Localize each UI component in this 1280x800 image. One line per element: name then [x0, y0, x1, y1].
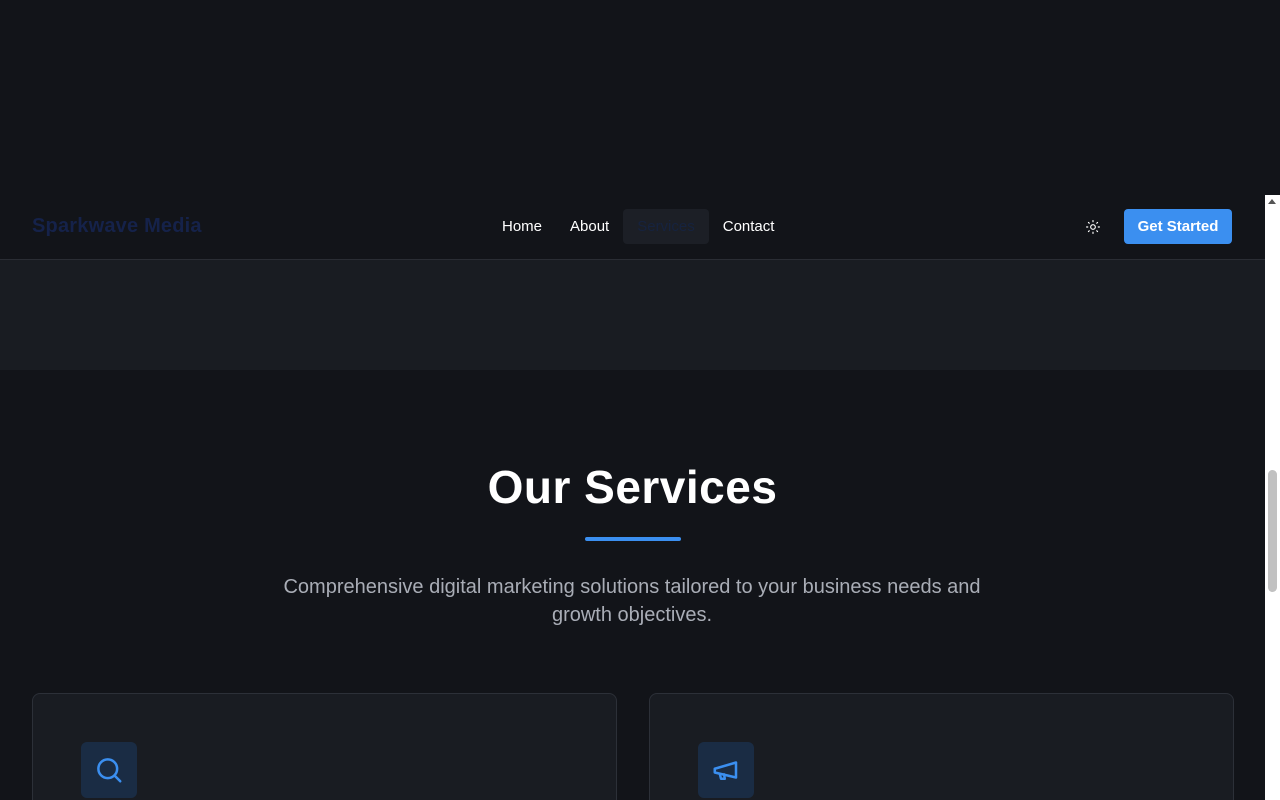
- scrollbar-thumb[interactable]: [1268, 470, 1277, 592]
- navbar: Sparkwave Media Home About Services Cont…: [0, 195, 1265, 260]
- services-subtitle-line2: growth objectives.: [551, 604, 713, 626]
- service-card-seo[interactable]: [32, 693, 617, 800]
- nav-link-about[interactable]: About: [556, 209, 623, 244]
- search-icon: [97, 758, 122, 783]
- services-subtitle: Comprehensive digital marketing solution…: [262, 573, 1002, 629]
- main-nav: Home About Services Contact: [488, 209, 788, 244]
- service-card-marketing[interactable]: [649, 693, 1234, 800]
- title-underline: [585, 537, 681, 541]
- theme-toggle-button[interactable]: [1082, 216, 1104, 238]
- scroll-up-arrow-icon[interactable]: [1268, 199, 1276, 204]
- nav-link-contact[interactable]: Contact: [709, 209, 789, 244]
- nav-link-home[interactable]: Home: [488, 209, 556, 244]
- blank-area: [0, 0, 1265, 195]
- megaphone-icon: [713, 761, 738, 780]
- get-started-button[interactable]: Get Started: [1124, 209, 1232, 244]
- sun-icon: [1086, 220, 1100, 234]
- nav-link-services[interactable]: Services: [623, 209, 709, 244]
- services-title: Our Services: [487, 461, 778, 513]
- services-subtitle-line1: Comprehensive digital marketing solution…: [283, 576, 981, 598]
- card-icon-tile: [698, 742, 754, 798]
- card-icon-tile: [81, 742, 137, 798]
- services-section: Our Services Comprehensive digital marke…: [0, 370, 1265, 800]
- page: Sparkwave Media Home About Services Cont…: [0, 0, 1280, 800]
- hero-section-bottom: [0, 260, 1265, 370]
- site-logo[interactable]: Sparkwave Media: [32, 215, 202, 238]
